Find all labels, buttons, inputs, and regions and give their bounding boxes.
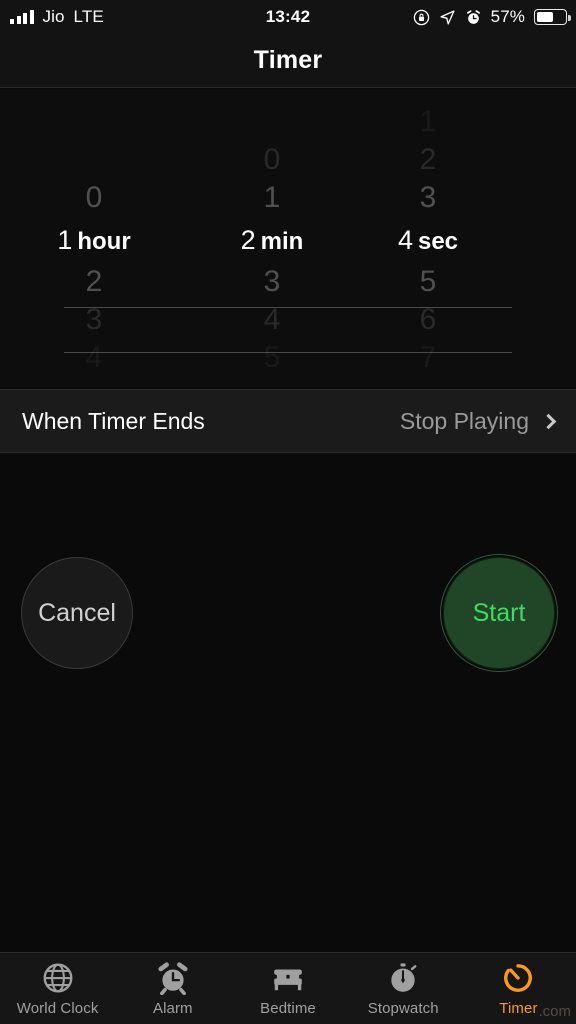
nav-bar: Timer — [0, 34, 576, 88]
picker-selected-minutes-unit: min — [260, 228, 304, 255]
picker-wheel-minutes[interactable]: 0 1 2 min 3 4 5 — [200, 89, 350, 389]
picker-wheel-seconds[interactable]: 1 2 3 4 sec 5 6 7 — [350, 89, 510, 389]
tab-label: Stopwatch — [367, 999, 439, 1017]
picker-wheel-hours[interactable]: 0 1 hour 2 3 4 — [0, 89, 200, 389]
picker-option[interactable]: 1 — [200, 179, 350, 217]
tab-alarm[interactable]: Alarm — [115, 953, 230, 1024]
tab-label: World Clock — [16, 999, 99, 1017]
tab-label: Timer — [499, 999, 538, 1017]
picker-selected-hours-value: 1 — [57, 225, 73, 255]
when-timer-ends-row[interactable]: When Timer Ends Stop Playing — [0, 389, 576, 453]
rotation-lock-icon — [413, 9, 429, 25]
cancel-button[interactable]: Cancel — [21, 557, 133, 669]
status-bar: Jio LTE 13:42 57% — [0, 0, 576, 34]
picker-option[interactable]: 4 — [200, 301, 350, 339]
tab-timer[interactable]: Timer — [461, 953, 576, 1024]
action-button-area: Cancel Start — [0, 453, 576, 953]
picker-selected-hours: 1 hour — [0, 217, 200, 263]
picker-option[interactable]: 6 — [350, 301, 510, 339]
tab-label: Alarm — [152, 999, 193, 1017]
picker-selected-seconds-value: 4 — [397, 225, 413, 255]
tab-label: Bedtime — [260, 999, 316, 1017]
clock-label: 13:42 — [265, 7, 311, 26]
battery-icon — [534, 9, 571, 25]
picker-option[interactable]: 5 — [350, 263, 510, 301]
when-timer-ends-value-group: Stop Playing — [399, 407, 557, 435]
picker-option[interactable]: 0 — [200, 141, 350, 179]
when-timer-ends-value: Stop Playing — [399, 407, 529, 434]
picker-option[interactable]: 5 — [200, 339, 350, 377]
chevron-right-icon — [540, 413, 557, 429]
picker-selected-hours-unit: hour — [77, 228, 131, 255]
picker-selected-minutes-value: 2 — [240, 225, 256, 255]
picker-option[interactable]: 2 — [350, 141, 510, 179]
stopwatch-icon — [391, 962, 417, 992]
bed-icon — [274, 969, 302, 990]
timer-screen: Jio LTE 13:42 57% Timer 0 1 hour 2 3 4 0… — [0, 0, 576, 1024]
when-timer-ends-label: When Timer Ends — [22, 407, 205, 434]
page-title: Timer — [253, 46, 323, 74]
picker-option[interactable]: 4 — [0, 339, 200, 377]
alarm-clock-icon — [158, 961, 188, 995]
start-button[interactable]: Start — [443, 557, 555, 669]
location-arrow-icon — [440, 9, 455, 25]
picker-option[interactable]: 2 — [0, 263, 200, 301]
battery-percent-label: 57% — [490, 7, 525, 26]
timer-icon — [504, 963, 533, 992]
picker-option[interactable]: 0 — [0, 179, 200, 217]
status-bar-right: 57% — [413, 7, 571, 27]
picker-selected-seconds: 4 sec — [350, 217, 510, 263]
tab-world-clock[interactable]: World Clock — [0, 953, 115, 1024]
picker-option[interactable]: 3 — [350, 179, 510, 217]
picker-option[interactable]: 3 — [200, 263, 350, 301]
picker-option[interactable]: 7 — [350, 339, 510, 377]
globe-icon — [43, 963, 73, 992]
duration-picker[interactable]: 0 1 hour 2 3 4 0 1 2 min 3 4 5 1 2 3 4 sec — [0, 89, 576, 389]
alarm-clock-icon — [466, 9, 480, 24]
tab-bar: World Clock Alarm Bedtime Stopwatch Time… — [0, 952, 576, 1024]
picker-option[interactable]: 1 — [350, 103, 510, 141]
picker-selected-seconds-unit: sec — [417, 228, 459, 255]
tab-bedtime[interactable]: Bedtime — [230, 953, 345, 1024]
picker-selected-minutes: 2 min — [200, 217, 350, 263]
tab-stopwatch[interactable]: Stopwatch — [346, 953, 461, 1024]
picker-option[interactable]: 3 — [0, 301, 200, 339]
